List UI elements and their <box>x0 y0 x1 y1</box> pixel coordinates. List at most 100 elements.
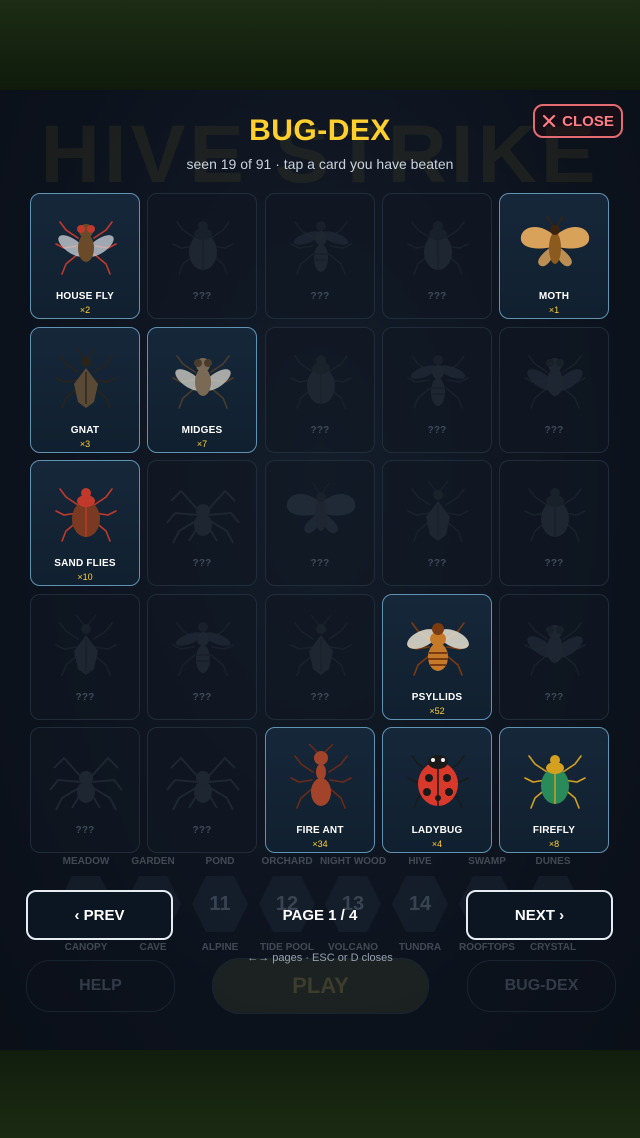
bug-silhouette-icon <box>407 221 469 275</box>
bug-card[interactable]: FIRE ANT ×34 <box>265 727 375 853</box>
close-button[interactable]: CLOSE <box>533 104 623 138</box>
bug-silhouette-icon <box>524 622 586 676</box>
bug-illustration-icon <box>290 743 352 809</box>
bug-card-name: FIREFLY <box>532 825 576 836</box>
bug-silhouette-icon <box>407 355 469 409</box>
bug-card-locked: ??? <box>265 327 375 453</box>
bug-card[interactable]: MIDGES ×7 <box>147 327 257 453</box>
bug-illustration-icon <box>172 355 234 409</box>
bug-silhouette-icon <box>172 622 234 676</box>
bug-card-name: LADYBUG <box>411 825 463 836</box>
bug-silhouette-icon <box>290 221 352 275</box>
bug-illustration-icon <box>520 215 590 267</box>
close-icon <box>543 114 556 128</box>
bug-card-locked: ??? <box>147 193 257 319</box>
bug-illustration-icon <box>55 347 117 409</box>
bug-illustration-icon <box>55 221 117 275</box>
bug-silhouette-icon <box>286 482 356 534</box>
bugdex-subtitle: seen 19 of 91 · tap a card you have beat… <box>186 156 454 172</box>
bug-illustration-icon <box>55 488 117 542</box>
page-indicator: PAGE 1 / 4 <box>282 907 358 924</box>
bug-card-locked: ??? <box>382 327 492 453</box>
bug-silhouette-icon <box>166 489 240 544</box>
bug-card-name: ??? <box>544 692 564 703</box>
bug-card-locked: ??? <box>30 594 140 720</box>
bug-card-name: HOUSE FLY <box>55 291 115 302</box>
background-zone-label: DUNES <box>535 856 571 867</box>
close-label: CLOSE <box>562 112 614 130</box>
bug-card-name: MIDGES <box>181 425 223 436</box>
bug-card[interactable]: SAND FLIES ×10 <box>30 460 140 586</box>
bug-card[interactable]: GNAT ×3 <box>30 327 140 453</box>
background-help-button: HELP <box>26 960 175 1012</box>
bug-card-name: ??? <box>192 558 212 569</box>
bug-card-locked: ??? <box>499 327 609 453</box>
bug-card-name: PSYLLIDS <box>411 692 463 703</box>
bug-silhouette-icon <box>49 756 123 811</box>
bug-card-name: ??? <box>427 425 447 436</box>
bug-card-locked: ??? <box>147 727 257 853</box>
bug-card[interactable]: HOUSE FLY ×2 <box>30 193 140 319</box>
bug-card-count: ×34 <box>312 839 328 849</box>
game-backdrop-bottom <box>0 1050 640 1138</box>
bug-silhouette-icon <box>407 480 469 542</box>
background-zone-label: SWAMP <box>468 856 506 867</box>
bug-silhouette-icon <box>524 488 586 542</box>
bug-illustration-icon <box>524 755 586 809</box>
bug-card-name: SAND FLIES <box>54 558 116 569</box>
bug-card-locked: ??? <box>382 193 492 319</box>
bug-card-count: ×1 <box>548 305 560 315</box>
bug-card-name: ??? <box>192 692 212 703</box>
bug-illustration-icon <box>407 622 469 676</box>
bug-card-count: ×52 <box>429 706 445 716</box>
bug-card-locked: ??? <box>499 460 609 586</box>
bug-card[interactable]: MOTH ×1 <box>499 193 609 319</box>
bug-card-name: ??? <box>310 291 330 302</box>
bug-silhouette-icon <box>172 221 234 275</box>
bug-card-name: ??? <box>75 825 95 836</box>
bugdex-overlay: HIVE STRIKE MEADOW GARDEN POND ORCHARD NIGHT… <box>0 90 640 1050</box>
bug-card-locked: ??? <box>265 193 375 319</box>
bug-card-count: ×2 <box>79 305 91 315</box>
bug-card-locked: ??? <box>147 460 257 586</box>
background-zone-label: GARDEN <box>131 856 175 867</box>
bug-card-locked: ??? <box>382 460 492 586</box>
bug-card-name: GNAT <box>70 425 100 436</box>
bug-card-count: ×7 <box>196 439 208 449</box>
bug-silhouette-icon <box>290 614 352 676</box>
next-page-button[interactable]: NEXT › <box>466 890 613 940</box>
bug-card-name: ??? <box>427 558 447 569</box>
bug-card-name: MOTH <box>538 291 570 302</box>
game-backdrop-top <box>0 0 640 90</box>
bug-silhouette-icon <box>290 355 352 409</box>
bug-card[interactable]: LADYBUG ×4 <box>382 727 492 853</box>
background-play-button: PLAY <box>212 958 429 1014</box>
bug-card-count: ×4 <box>431 839 443 849</box>
background-zone-label: MEADOW <box>62 856 110 867</box>
bug-card-locked: ??? <box>499 594 609 720</box>
bug-card-name: ??? <box>310 558 330 569</box>
bug-card-locked: ??? <box>265 460 375 586</box>
bug-card[interactable]: PSYLLIDS ×52 <box>382 594 492 720</box>
bug-card-name: ??? <box>544 425 564 436</box>
bug-card-name: ??? <box>310 692 330 703</box>
bug-card-name: ??? <box>192 291 212 302</box>
background-bugdex-button: BUG-DEX <box>467 960 616 1012</box>
prev-page-button[interactable]: ‹ PREV <box>26 890 173 940</box>
background-zone-label: ORCHARD <box>261 856 313 867</box>
bug-card-name: FIRE ANT <box>296 825 344 836</box>
background-zone-label: POND <box>205 856 235 867</box>
bug-card-locked: ??? <box>147 594 257 720</box>
bug-card-name: ??? <box>192 825 212 836</box>
bug-silhouette-icon <box>55 614 117 676</box>
bug-card-name: ??? <box>544 558 564 569</box>
bug-card-locked: ??? <box>30 727 140 853</box>
bug-card-name: ??? <box>310 425 330 436</box>
bug-illustration-icon <box>407 755 469 809</box>
bug-card-name: ??? <box>75 692 95 703</box>
bug-card-count: ×10 <box>77 572 93 582</box>
bug-card-locked: ??? <box>265 594 375 720</box>
bug-card[interactable]: FIREFLY ×8 <box>499 727 609 853</box>
bug-silhouette-icon <box>166 756 240 811</box>
background-zone-label: NIGHT WOOD <box>319 856 387 867</box>
